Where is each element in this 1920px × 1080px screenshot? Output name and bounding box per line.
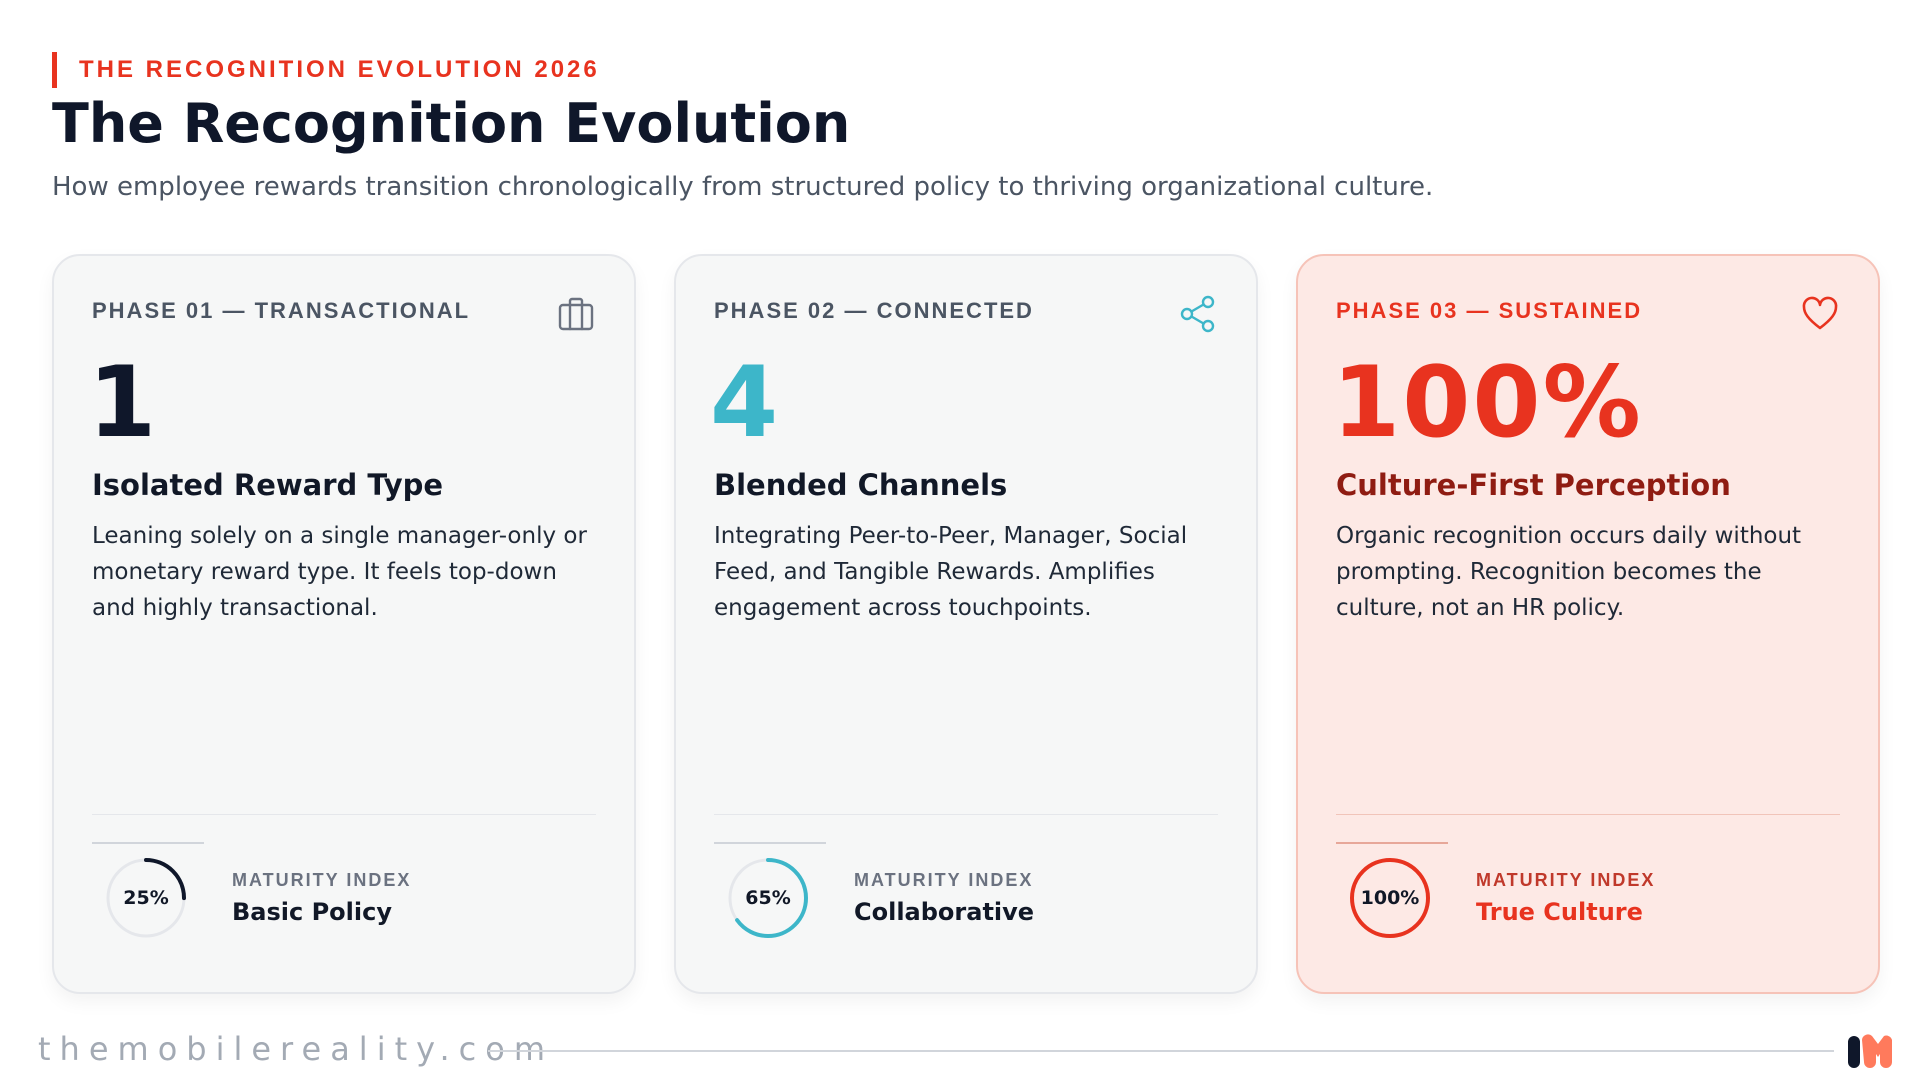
share-icon bbox=[1180, 295, 1215, 333]
maturity-index-value: True Culture bbox=[1476, 898, 1643, 926]
card-short-rule bbox=[92, 842, 204, 844]
phase-description: Integrating Peer-to-Peer, Manager, Socia… bbox=[714, 523, 1188, 621]
heart-icon bbox=[1802, 296, 1838, 330]
phase-headline: Culture-First Perception bbox=[1336, 468, 1731, 502]
maturity-index-label: MATURITY INDEX bbox=[854, 870, 1034, 890]
phase-big-number: 1 bbox=[88, 346, 159, 460]
maturity-percent: 65% bbox=[745, 887, 791, 909]
phase-label: PHASE 02 — CONNECTED bbox=[714, 298, 1034, 323]
phase-headline: Blended Channels bbox=[714, 468, 1008, 502]
phase-cards: PHASE 01 — TRANSACTIONAL 1 Isolated Rewa… bbox=[52, 254, 1880, 994]
mobile-reality-logo bbox=[1848, 1034, 1892, 1068]
maturity-percent: 25% bbox=[123, 887, 169, 909]
phase-headline: Isolated Reward Type bbox=[92, 468, 444, 502]
footer-divider bbox=[488, 1050, 1834, 1052]
maturity-index-label: MATURITY INDEX bbox=[232, 870, 412, 890]
card-divider bbox=[1336, 814, 1840, 815]
card-short-rule bbox=[714, 842, 826, 844]
phase-big-number: 4 bbox=[710, 346, 781, 460]
phase-card-sustained: PHASE 03 — SUSTAINED 100% Culture-First … bbox=[1296, 254, 1880, 994]
phase-card-connected: PHASE 02 — CONNECTED 4 Blended Channels … bbox=[674, 254, 1258, 994]
maturity-index-value: Collaborative bbox=[854, 898, 1035, 926]
phase-big-number: 100% bbox=[1332, 346, 1643, 460]
briefcase-icon bbox=[558, 297, 594, 331]
footer-website[interactable]: themobilereality.com bbox=[38, 1030, 554, 1068]
page-subtitle: How employee rewards transition chronolo… bbox=[52, 172, 1434, 202]
phase-label: PHASE 01 — TRANSACTIONAL bbox=[92, 298, 471, 323]
card-divider bbox=[92, 814, 596, 815]
page-title: The Recognition Evolution bbox=[52, 92, 851, 155]
phase-card-transactional: PHASE 01 — TRANSACTIONAL 1 Isolated Rewa… bbox=[52, 254, 636, 994]
maturity-index-value: Basic Policy bbox=[232, 898, 392, 926]
maturity-index-label: MATURITY INDEX bbox=[1476, 870, 1656, 890]
card-short-rule bbox=[1336, 842, 1448, 844]
phase-description: Leaning solely on a single manager-only … bbox=[92, 523, 587, 621]
phase-label: PHASE 03 — SUSTAINED bbox=[1336, 298, 1643, 323]
card-divider bbox=[714, 814, 1218, 815]
maturity-percent: 100% bbox=[1360, 887, 1420, 909]
eyebrow-label: THE RECOGNITION EVOLUTION 2026 bbox=[52, 52, 600, 88]
phase-description: Organic recognition occurs daily without… bbox=[1336, 523, 1802, 621]
